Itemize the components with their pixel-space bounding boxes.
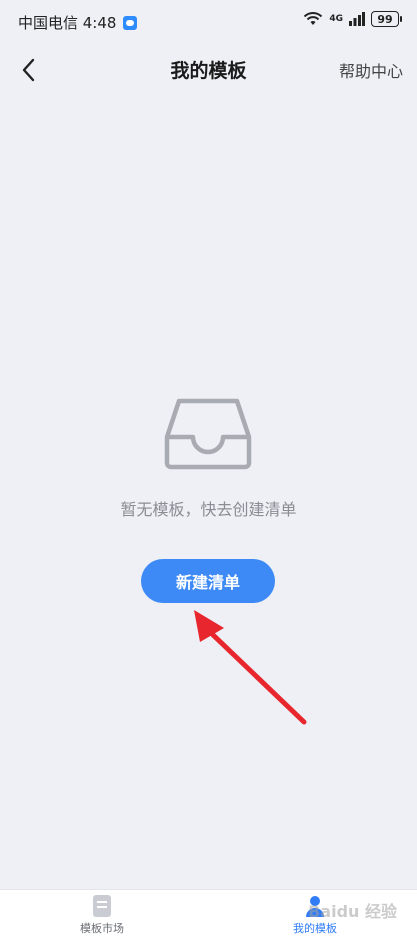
tab-template-market[interactable]: 模板市场 [42, 894, 162, 936]
empty-state-message: 暂无模板，快去创建清单 [120, 500, 297, 519]
status-left: 中国电信 4:48 [18, 12, 138, 33]
nav-bar: 我的模板 帮助中心 [0, 44, 417, 96]
wifi-icon [304, 12, 323, 25]
signal-icon [349, 12, 365, 26]
document-icon [93, 895, 111, 917]
new-list-button[interactable]: 新建清单 [141, 559, 275, 603]
watermark: Baidu 经验 [308, 902, 397, 921]
help-center-link[interactable]: 帮助中心 [339, 58, 403, 82]
carrier-time: 中国电信 4:48 [18, 14, 117, 32]
network-type: 4G [329, 14, 343, 24]
tab-label: 我的模板 [293, 922, 337, 935]
battery-level: 99 [377, 12, 393, 26]
status-bar: 中国电信 4:48 4G 99 [0, 0, 417, 44]
status-right: 4G 99 [303, 11, 402, 27]
battery-icon: 99 [371, 11, 402, 27]
empty-inbox-icon [164, 398, 252, 470]
tab-label: 模板市场 [80, 922, 124, 935]
app-notification-icon [123, 15, 138, 30]
